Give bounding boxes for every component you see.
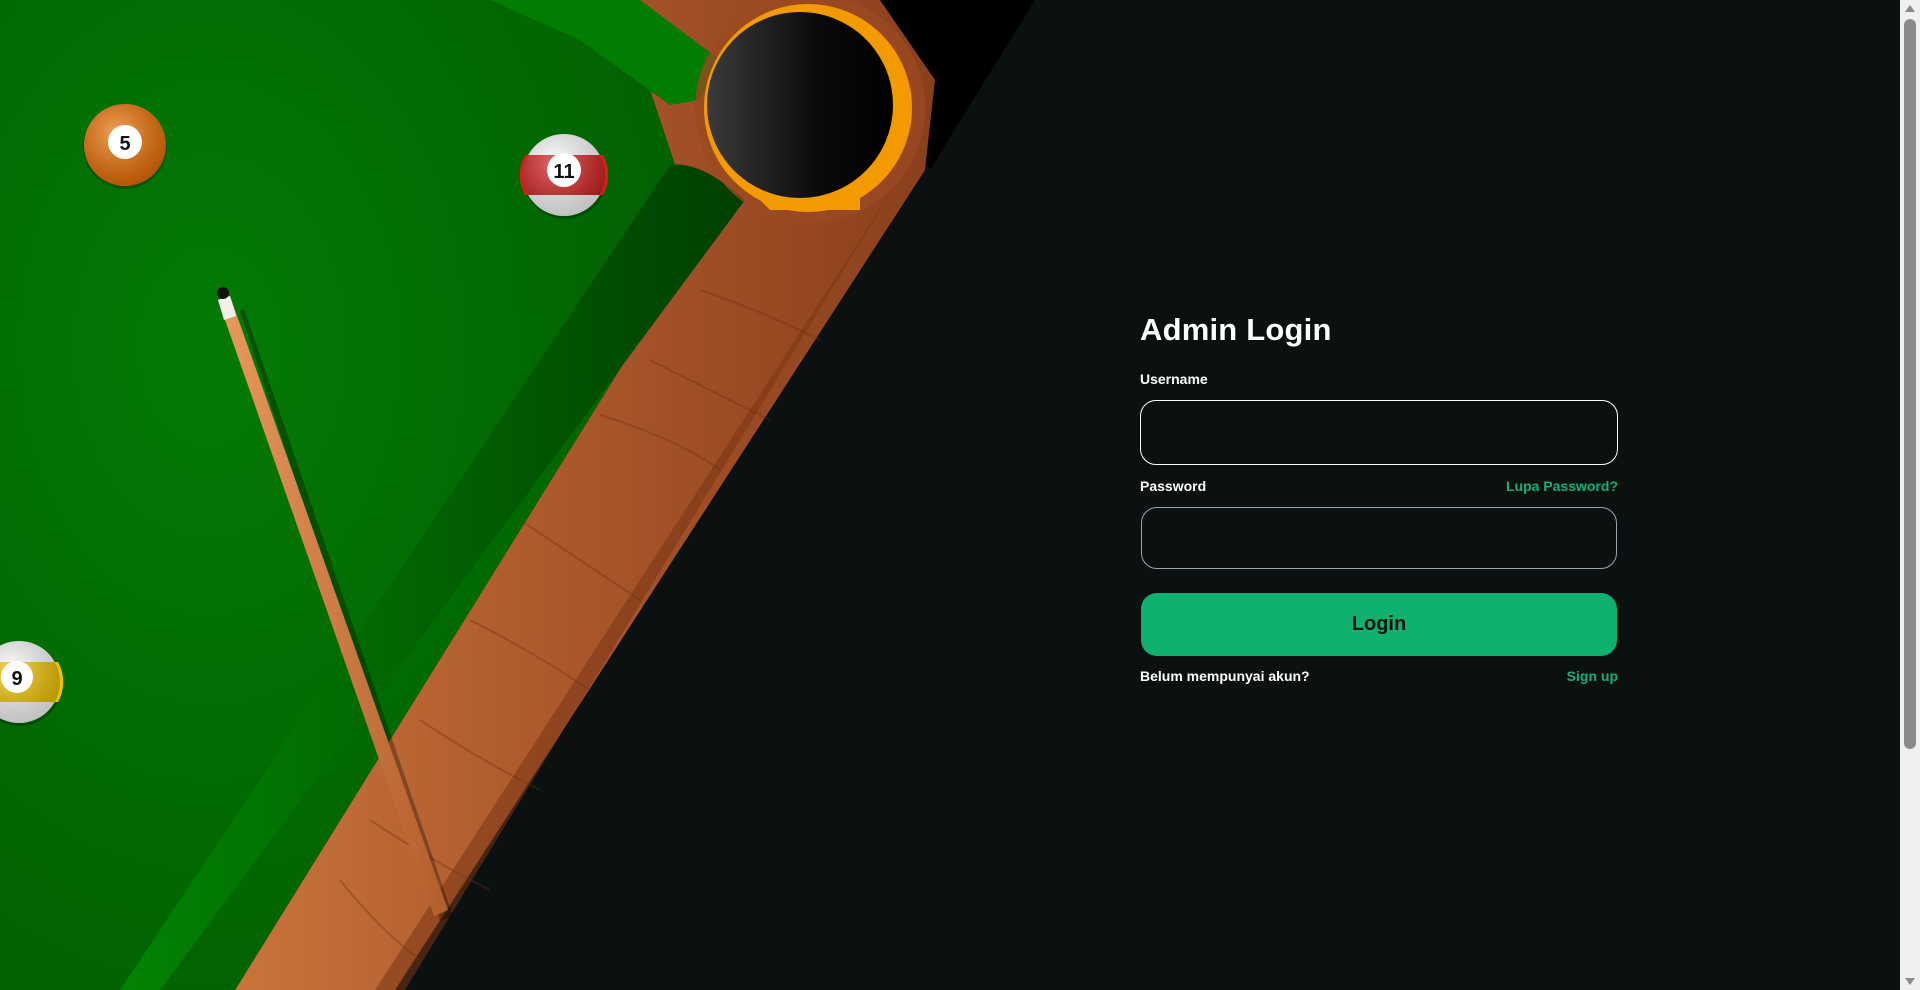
triangle-down-icon (1905, 978, 1915, 985)
scroll-down-button[interactable] (1900, 973, 1920, 990)
password-input[interactable] (1141, 507, 1617, 569)
username-label-row: Username (1140, 370, 1618, 388)
triangle-up-icon (1905, 5, 1915, 12)
pocket-icon (707, 12, 893, 198)
signup-link[interactable]: Sign up (1567, 668, 1618, 684)
ball-number: 11 (553, 161, 574, 183)
billiard-table-illustration: 5 11 9 (0, 0, 1035, 990)
login-form: Admin Login Username Password Lupa Passw… (1140, 312, 1618, 684)
forgot-password-link[interactable]: Lupa Password? (1506, 478, 1618, 494)
no-account-text: Belum mempunyai akun? (1140, 668, 1310, 684)
ball-number: 9 (11, 668, 22, 690)
scroll-thumb[interactable] (1904, 19, 1916, 749)
login-button[interactable]: Login (1141, 593, 1617, 656)
scroll-up-button[interactable] (1900, 0, 1920, 17)
username-label: Username (1140, 371, 1208, 387)
ball-number: 5 (119, 133, 130, 155)
page-title: Admin Login (1140, 312, 1332, 347)
page: 5 11 9 Admin Login Username Password Lup… (0, 0, 1900, 990)
signup-row: Belum mempunyai akun? Sign up (1140, 668, 1618, 684)
password-label: Password (1140, 478, 1207, 494)
ball-5: 5 (83, 104, 167, 189)
username-input[interactable] (1140, 400, 1618, 465)
vertical-scrollbar[interactable] (1900, 0, 1920, 990)
password-label-row: Password Lupa Password? (1140, 477, 1618, 495)
